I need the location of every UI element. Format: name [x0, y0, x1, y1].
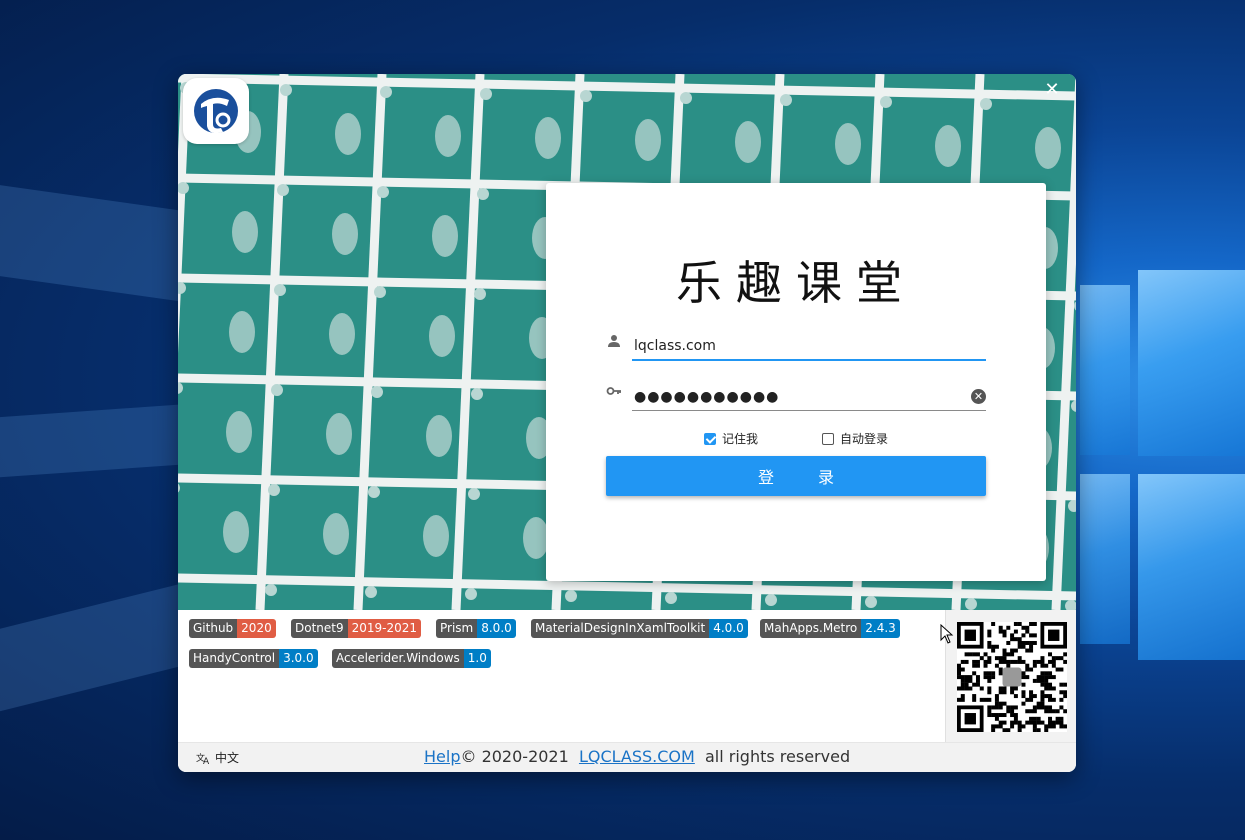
- version-badge: HandyControl 3.0.0: [189, 649, 318, 668]
- password-input[interactable]: ●●●●●●●●●●●: [632, 383, 986, 411]
- badge-version: 8.0.0: [477, 619, 516, 638]
- rights-text: all rights reserved: [705, 747, 851, 766]
- badge-version: 4.0.0: [709, 619, 748, 638]
- user-icon: [608, 335, 620, 347]
- windows-logo-pane: [1080, 474, 1130, 644]
- app-title: 乐趣课堂: [676, 256, 916, 310]
- remember-me-label[interactable]: 记住我: [722, 430, 758, 447]
- windows-logo-pane: [1138, 270, 1245, 456]
- close-button[interactable]: ✕: [1042, 80, 1062, 100]
- clear-password-button[interactable]: ✕: [971, 389, 986, 404]
- badge-name: Prism: [436, 619, 478, 638]
- badge-version: 2.4.3: [861, 619, 900, 638]
- qr-panel: [945, 610, 1076, 742]
- key-icon: [606, 387, 621, 395]
- version-badge: MaterialDesignInXamlToolkit 4.0.0: [531, 619, 748, 638]
- username-input[interactable]: [632, 333, 986, 361]
- badge-version: 3.0.0: [279, 649, 318, 668]
- badge-name: Accelerider.Windows: [332, 649, 464, 668]
- auto-login-label[interactable]: 自动登录: [840, 430, 888, 447]
- password-field: ●●●●●●●●●●● ✕: [606, 383, 986, 413]
- mouse-cursor: [940, 623, 954, 648]
- version-badge: Github 2020: [189, 619, 276, 638]
- version-badge: MahApps.Metro 2.4.3: [760, 619, 900, 638]
- language-label[interactable]: 中文: [215, 749, 239, 766]
- copyright-years: © 2020-2021: [460, 747, 569, 766]
- language-switch[interactable]: 文 A 中文: [196, 749, 239, 766]
- badge-panel: Github 2020 Dotnet9 2019-2021 Prism 8.0.0 Mate…: [178, 610, 945, 742]
- auto-login-checkbox[interactable]: [822, 432, 834, 445]
- auto-login-option[interactable]: 自动登录: [822, 430, 888, 447]
- footer: 文 A 中文 Help© 2020-2021 LQCLASS.COM all r…: [178, 742, 1076, 772]
- logo-icon: [194, 89, 238, 134]
- badge-name: Github: [189, 619, 238, 638]
- version-badge: Dotnet9 2019-2021: [291, 619, 422, 638]
- badge-version: 2019-2021: [347, 619, 422, 638]
- badge-version: 2020: [237, 619, 276, 638]
- username-field: [606, 333, 986, 363]
- svg-text:A: A: [203, 757, 210, 765]
- help-link[interactable]: Help: [424, 747, 460, 766]
- copyright-line: Help© 2020-2021 LQCLASS.COM all rights r…: [424, 747, 850, 766]
- cursor-icon: [940, 623, 954, 644]
- login-card: 乐趣课堂 ●●●●●●●●●●●✕ 记住我 自动登录登录: [546, 183, 1046, 581]
- translate-icon: 文 A: [196, 752, 210, 765]
- login-window: ✕ 乐趣课堂 ●●●●●●●●●●●✕记住我自动登录登录 Github2020D…: [178, 74, 1076, 772]
- badge-name: Dotnet9: [291, 619, 348, 638]
- windows-logo-pane: [1138, 474, 1245, 660]
- qr-code: [957, 622, 1067, 732]
- clear-icon[interactable]: ✕: [974, 390, 983, 403]
- badge-version: 1.0: [463, 649, 491, 668]
- badge-name: MahApps.Metro: [760, 619, 862, 638]
- hero-background: ✕ 乐趣课堂 ●●●●●●●●●●●✕记住我自动登录登录: [178, 74, 1076, 610]
- remember-me-option[interactable]: 记住我: [704, 430, 758, 447]
- site-link[interactable]: LQCLASS.COM: [579, 747, 695, 766]
- version-badge: Accelerider.Windows 1.0: [332, 649, 491, 668]
- login-button[interactable]: 登录: [606, 456, 986, 496]
- windows-logo-pane: [1080, 285, 1130, 455]
- app-logo: [183, 78, 249, 144]
- badge-name: MaterialDesignInXamlToolkit: [531, 619, 710, 638]
- close-icon[interactable]: ✕: [1044, 79, 1059, 100]
- version-badge: Prism 8.0.0: [436, 619, 516, 638]
- badge-name: HandyControl: [189, 649, 280, 668]
- remember-me-checkbox[interactable]: [704, 432, 716, 445]
